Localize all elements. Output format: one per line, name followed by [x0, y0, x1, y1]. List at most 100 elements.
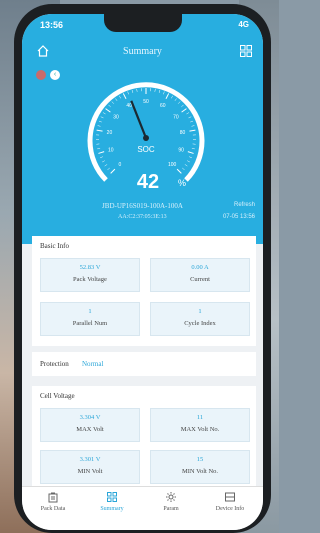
gauge-ticks: 0102030405060708090100	[96, 88, 196, 174]
gauge-tick-label: 20	[107, 130, 113, 136]
gauge-minor-tick	[131, 89, 134, 93]
min-volt-tile: 3.301 V MIN Volt	[40, 450, 140, 484]
max-volt-no-tile: 11 MAX Volt No.	[150, 408, 250, 442]
tile-value: 52.83 V	[79, 264, 101, 271]
min-volt-no-tile: 15 MIN Volt No.	[150, 450, 250, 484]
tile-value: 1	[198, 308, 202, 315]
tile-label: MIN Volt	[77, 468, 103, 475]
app-screen: 13:56 4G Summary ‹ 0 10 20 30 40 50 60 70 80 90 10…	[22, 14, 263, 530]
gauge-tick-label: 100	[168, 162, 177, 168]
back-icon[interactable]: ‹	[50, 70, 60, 80]
gauge-minor-tick	[177, 101, 181, 104]
gauge-minor-tick	[100, 116, 104, 119]
gauge-minor-tick	[158, 89, 161, 93]
gauge-tick-label: 90	[178, 147, 184, 153]
gauge-tick-label: 80	[180, 130, 186, 136]
bottom-nav: Pack Data Summary Param Device Info	[22, 486, 263, 530]
soc-unit: %	[178, 178, 187, 188]
gauge-major-tick	[96, 129, 103, 132]
tile-label: Cycle Index	[184, 320, 216, 327]
gauge-minor-tick	[136, 88, 138, 92]
record-icon[interactable]	[36, 70, 46, 80]
network-indicator: 4G	[238, 20, 249, 29]
gauge-minor-tick	[188, 116, 192, 119]
gauge-minor-tick	[97, 125, 101, 127]
gauge-major-tick	[98, 151, 105, 154]
protection-status: Normal	[82, 360, 104, 368]
gauge-major-tick	[122, 93, 127, 100]
nav-item-device-info[interactable]: Device Info	[205, 491, 255, 512]
nav-label: Param	[163, 506, 179, 512]
gauge-minor-tick	[104, 164, 108, 167]
parallel-num-tile: 1 Parallel Num	[40, 302, 140, 336]
tile-value: 3.304 V	[79, 414, 101, 421]
tile-value: 0.00 A	[191, 264, 209, 271]
gauge-minor-tick	[98, 120, 102, 123]
gauge-tick-label: 10	[108, 147, 114, 153]
gauge-tick-label: 70	[173, 114, 179, 120]
device-mac: AA:C2:37:05:3E:13	[118, 214, 167, 220]
current-tile: 0.00 A Current	[150, 258, 250, 292]
gauge-tick-label: 30	[113, 114, 119, 120]
gauge-tick-label: 0	[118, 162, 121, 168]
gauge-minor-tick	[97, 148, 101, 150]
tile-label: MIN Volt No.	[181, 468, 219, 475]
tile-label: Parallel Num	[72, 320, 108, 327]
summary-icon	[107, 492, 117, 502]
nav-label: Device Info	[215, 506, 245, 512]
cell-voltage-title: Cell Voltage	[40, 392, 75, 400]
tile-value: 15	[196, 456, 204, 463]
basic-info-title: Basic Info	[40, 242, 69, 250]
device-id: JBD-UP16S019-100A-100A	[102, 202, 183, 210]
gauge-tick-label: 50	[143, 99, 149, 105]
nav-item-pack-data[interactable]: Pack Data	[28, 491, 78, 512]
protection-card: Protection Normal	[32, 352, 256, 376]
gauge-minor-tick	[187, 160, 190, 163]
gauge-minor-tick	[108, 104, 111, 108]
pack-data-icon	[48, 492, 58, 503]
gauge-minor-tick	[127, 91, 129, 95]
basic-info-card: Basic Info 52.83 V Pack Voltage 0.00 A C…	[32, 236, 256, 346]
protection-label: Protection	[40, 360, 69, 368]
tile-label: Pack Voltage	[73, 276, 107, 283]
nav-label: Summary	[100, 506, 124, 512]
tile-label: MAX Volt No.	[180, 426, 220, 433]
gear-icon	[166, 492, 176, 502]
pack-voltage-tile: 52.83 V Pack Voltage	[40, 258, 140, 292]
gauge-minor-tick	[102, 160, 105, 163]
gauge-minor-tick	[184, 164, 188, 167]
status-bar: 13:56 4G	[22, 20, 263, 34]
gauge-hub	[143, 135, 149, 141]
cell-voltage-card: Cell Voltage 3.304 V MAX Volt 11 MAX Vol…	[32, 386, 256, 486]
gauge-minor-tick	[186, 112, 190, 115]
gauge-major-tick	[105, 108, 111, 113]
gauge-major-tick	[187, 151, 194, 154]
gauge-minor-tick	[118, 95, 122, 99]
gauge-minor-tick	[100, 156, 103, 159]
gauge-minor-tick	[107, 167, 110, 171]
gauge-minor-tick	[163, 91, 165, 95]
gauge-needle	[130, 100, 148, 139]
gauge-major-tick	[189, 129, 196, 132]
tile-value: 1	[88, 308, 92, 315]
status-time: 13:56	[40, 20, 64, 30]
soc-value: 42	[136, 171, 160, 193]
gauge-minor-tick	[182, 167, 185, 171]
nav-item-param[interactable]: Param	[146, 491, 196, 512]
gauge-minor-tick	[154, 88, 156, 92]
gauge-minor-tick	[189, 156, 192, 159]
max-volt-tile: 3.304 V MAX Volt	[40, 408, 140, 442]
nav-item-summary[interactable]: Summary	[87, 491, 137, 512]
tile-label: MAX Volt	[76, 426, 104, 433]
gauge-minor-tick	[111, 101, 115, 104]
tile-label: Current	[190, 276, 210, 283]
gauge-minor-tick	[190, 120, 194, 123]
refresh-button[interactable]: Refresh	[234, 202, 255, 208]
gauge-minor-tick	[181, 104, 184, 108]
gauge-minor-tick	[174, 98, 177, 102]
tile-value: 3.301 V	[79, 456, 101, 463]
tile-value: 11	[196, 414, 204, 421]
gauge-major-tick	[165, 93, 170, 100]
grid-menu-icon[interactable]	[239, 44, 253, 58]
gauge-tick-label: 60	[160, 103, 166, 109]
